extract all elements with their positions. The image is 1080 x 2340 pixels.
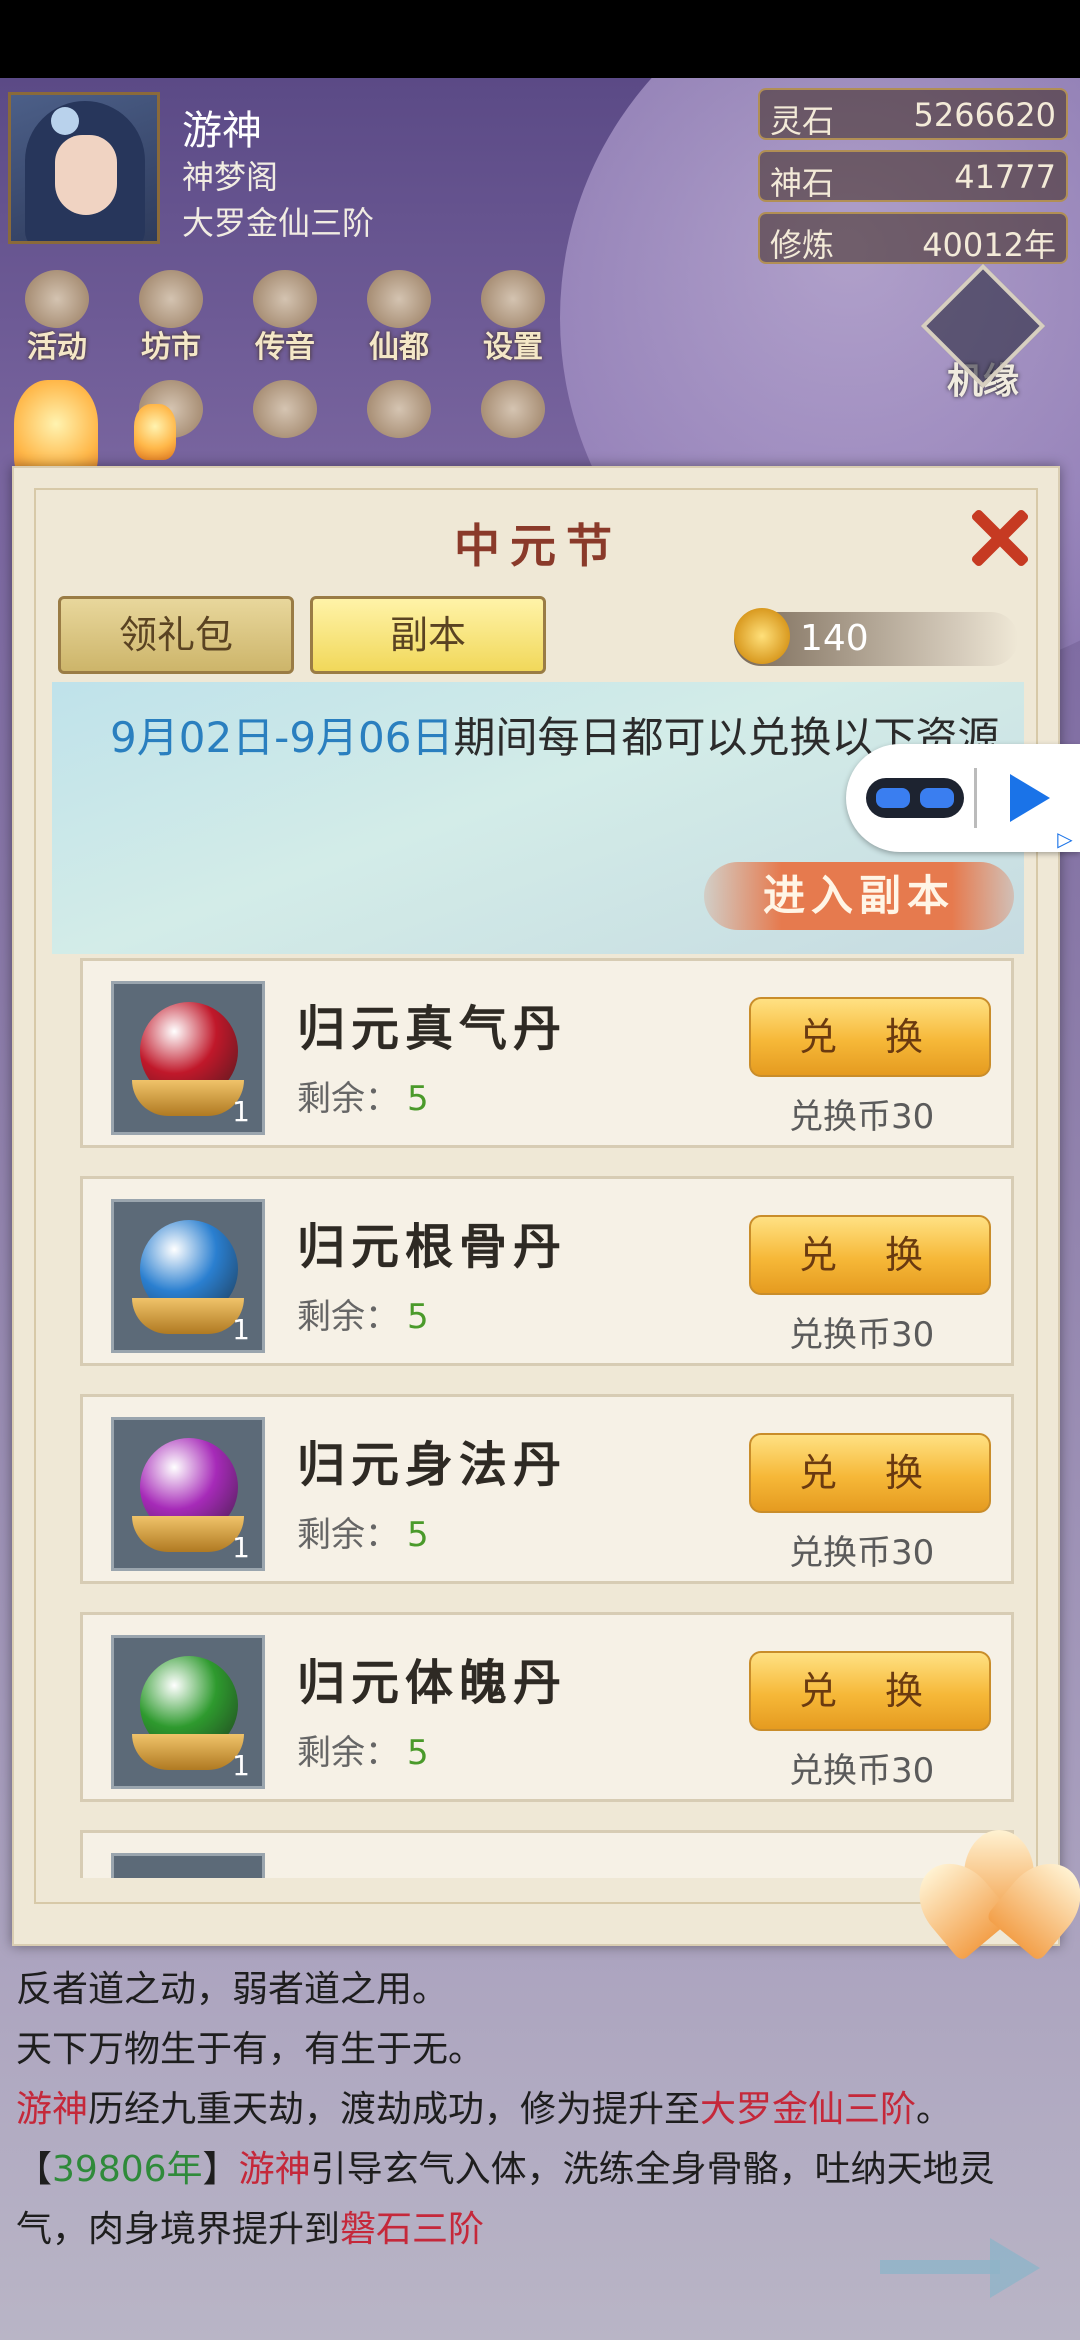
- menu-market[interactable]: 坊市: [126, 270, 216, 370]
- item-name: 归元根骨丹: [297, 1219, 568, 1275]
- chat-line: 反者道之动，弱者道之用。: [16, 1969, 449, 2010]
- item-cost: 兑换币30: [789, 1751, 935, 1791]
- god-stone-value: 41777: [954, 158, 1056, 196]
- lantern-decoration: [134, 404, 176, 460]
- coin-icon: [734, 608, 790, 664]
- tab-gift-pack[interactable]: 领礼包: [58, 596, 294, 674]
- pill-icon[interactable]: 1: [111, 981, 265, 1135]
- enter-dungeon-button[interactable]: 进入副本: [704, 862, 1014, 930]
- bag-icon: [367, 380, 431, 438]
- cultivation-counter: 修炼 40012年: [758, 212, 1068, 264]
- ad-choices-icon[interactable]: ▷: [1052, 826, 1078, 852]
- ad-widget[interactable]: [846, 744, 1080, 852]
- box-icon: [253, 380, 317, 438]
- pill-icon[interactable]: 1: [111, 1417, 265, 1571]
- vr-glasses-icon: [866, 778, 964, 818]
- market-icon: [139, 270, 203, 328]
- player-avatar[interactable]: [8, 92, 160, 244]
- cultivation-label: 修炼: [770, 226, 835, 264]
- envelope-icon: [253, 270, 317, 328]
- exchange-coin-counter: 140: [734, 608, 1018, 666]
- close-icon[interactable]: [964, 502, 1036, 574]
- exchange-button[interactable]: 兑 换: [749, 1651, 991, 1731]
- menu-row2-item[interactable]: [240, 380, 330, 480]
- menu-message[interactable]: 传音: [240, 270, 330, 370]
- play-icon[interactable]: [1010, 774, 1050, 822]
- list-item: 1 归元身法丹 剩余： 5 兑 换 兑换币30: [80, 1394, 1014, 1584]
- god-stone-counter: 神石 41777: [758, 150, 1068, 202]
- item-cost: 兑换币30: [789, 1097, 935, 1137]
- list-item: 1 归元体魄丹 剩余： 5 兑 换 兑换币30: [80, 1612, 1014, 1802]
- arrow-right-icon[interactable]: [880, 2236, 1060, 2298]
- coin-value: 140: [800, 618, 869, 659]
- dialog-title: 中元节: [454, 519, 622, 573]
- gear-icon: [481, 270, 545, 328]
- menu-row2-item[interactable]: [354, 380, 444, 480]
- list-item: 1 归元真气丹 剩余： 5 兑 换 兑换币30: [80, 958, 1014, 1148]
- exchange-list[interactable]: 1 归元真气丹 剩余： 5 兑 换 兑换币30 1 归元根骨丹 剩余： 5 兑 换 …: [70, 958, 1020, 1878]
- item-remaining: 剩余： 5: [297, 1515, 429, 1555]
- event-date: 9月02日-9月06日: [110, 713, 454, 762]
- chat-line: 游神历经九重天劫，渡劫成功，修为提升至大罗金仙三阶。: [16, 2089, 953, 2130]
- menu-activity[interactable]: 活动: [12, 270, 102, 370]
- item-name: 归元体魄丹: [297, 1655, 568, 1711]
- player-rank: 大罗金仙三阶: [182, 204, 375, 242]
- lotus-decoration: [903, 1830, 1080, 1962]
- fortune-button[interactable]: 机缘: [920, 263, 1046, 422]
- tab-dungeon[interactable]: 副本: [310, 596, 546, 674]
- menu-row2-item[interactable]: [468, 380, 558, 480]
- gift-icon: [481, 380, 545, 438]
- god-stone-label: 神石: [770, 164, 835, 202]
- item-remaining: 剩余： 5: [297, 1733, 429, 1773]
- player-name: 游神: [182, 108, 262, 154]
- pill-icon[interactable]: [111, 1853, 265, 1878]
- pill-icon[interactable]: 1: [111, 1199, 265, 1353]
- list-item: 1 归元根骨丹 剩余： 5 兑 换 兑换币30: [80, 1176, 1014, 1366]
- menu-settings[interactable]: 设置: [468, 270, 558, 370]
- festival-dialog: 中元节 领礼包 副本 140 9月02日-9月06日期间每日都可以兑换以下资源 …: [12, 466, 1060, 1946]
- item-name: 归元真气丹: [297, 1001, 568, 1057]
- item-remaining: 剩余： 5: [297, 1297, 429, 1337]
- spirit-stone-value: 5266620: [913, 96, 1056, 134]
- pavilion-icon: [367, 270, 431, 328]
- exchange-button[interactable]: 兑 换: [749, 997, 991, 1077]
- spirit-stone-label: 灵石: [770, 102, 835, 140]
- activity-icon: [25, 270, 89, 328]
- exchange-button[interactable]: 兑 换: [749, 1433, 991, 1513]
- list-item-partial: [80, 1830, 1014, 1878]
- cultivation-value: 40012年: [922, 226, 1056, 264]
- pill-icon[interactable]: 1: [111, 1635, 265, 1789]
- chat-log: 反者道之动，弱者道之用。 天下万物生于有，有生于无。 游神历经九重天劫，渡劫成功…: [16, 1960, 1066, 2260]
- item-cost: 兑换币30: [789, 1315, 935, 1355]
- item-cost: 兑换币30: [789, 1533, 935, 1573]
- divider: [974, 768, 977, 828]
- item-name: 归元身法丹: [297, 1437, 568, 1493]
- player-sect: 神梦阁: [182, 158, 279, 196]
- spirit-stone-counter: 灵石 5266620: [758, 88, 1068, 140]
- item-remaining: 剩余： 5: [297, 1079, 429, 1119]
- menu-immortal-city[interactable]: 仙都: [354, 270, 444, 370]
- exchange-button[interactable]: 兑 换: [749, 1215, 991, 1295]
- chat-line: 天下万物生于有，有生于无。: [16, 2029, 485, 2070]
- status-bar: [0, 0, 1080, 78]
